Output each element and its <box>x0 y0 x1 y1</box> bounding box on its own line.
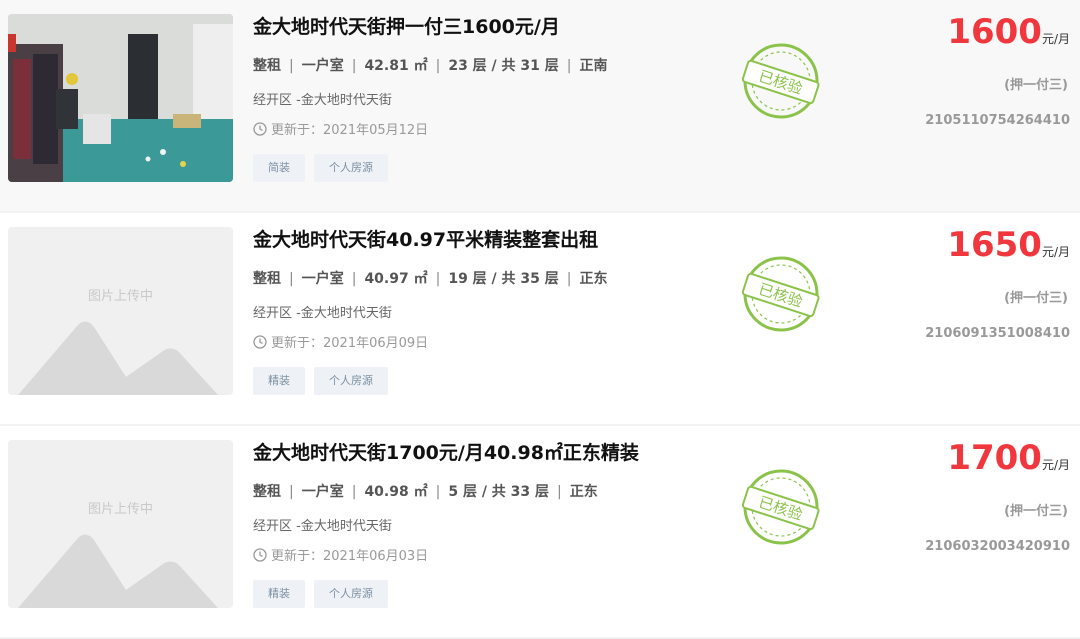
listing-details: 整租 | 一户室 | 40.98 ㎡ | 5 层 / 共 33 层 | 正东 <box>253 481 598 501</box>
clock-icon <box>253 334 267 349</box>
listing-price: 1700元/月 <box>947 438 1070 478</box>
separator: | <box>351 271 357 287</box>
price-value: 1700 <box>947 438 1042 478</box>
orientation: 正南 <box>579 58 608 74</box>
listing-tags: 简装 个人房源 <box>253 154 388 182</box>
listing-card[interactable]: 金大地时代天街押一付三1600元/月 整租 | 一户室 | 42.81 ㎡ | 23 层 /… <box>0 0 1080 213</box>
verified-stamp-icon: 已核验 <box>740 40 822 126</box>
updated-date: 更新于：2021年06月03日 <box>271 549 429 564</box>
listing-location: 经开区 -金大地时代天街 <box>253 306 392 321</box>
verified-stamp-icon: 已核验 <box>740 466 822 552</box>
listing-details: 整租 | 一户室 | 42.81 ㎡ | 23 层 / 共 31 层 | 正南 <box>253 55 608 75</box>
room-layout: 一户室 <box>301 58 344 74</box>
mountain-placeholder-icon <box>8 440 233 608</box>
rent-type: 整租 <box>253 484 281 500</box>
floor: 19 层 / 共 35 层 <box>448 271 559 287</box>
listing-card[interactable]: 图片上传中 金大地时代天街40.97平米精装整套出租 整租 | 一户室 | 40.97 … <box>0 213 1080 426</box>
separator: | <box>557 484 562 500</box>
listing-location: 经开区 -金大地时代天街 <box>253 93 392 108</box>
updated-date: 更新于：2021年05月12日 <box>271 123 429 138</box>
listing-title[interactable]: 金大地时代天街1700元/月40.98㎡正东精装 <box>253 438 639 465</box>
photo-placeholder-text: 图片上传中 <box>87 502 153 517</box>
deposit-terms: (押一付三) <box>1004 291 1068 306</box>
listing-price: 1600元/月 <box>947 12 1070 52</box>
separator: | <box>435 484 441 500</box>
separator: | <box>289 58 294 74</box>
orientation: 正东 <box>579 271 608 287</box>
price-unit: 元/月 <box>1041 32 1070 46</box>
listing-tags: 精装 个人房源 <box>253 367 388 395</box>
photo-placeholder-text: 图片上传中 <box>87 289 153 304</box>
area: 40.98 ㎡ <box>364 484 428 500</box>
separator: | <box>351 58 357 74</box>
deposit-terms: (押一付三) <box>1004 504 1068 519</box>
listing-photo[interactable] <box>8 14 233 182</box>
listing-details: 整租 | 一户室 | 40.97 ㎡ | 19 层 / 共 35 层 | 正东 <box>253 268 608 288</box>
room-layout: 一户室 <box>301 484 344 500</box>
room-photo-illustration <box>8 14 233 182</box>
rent-type: 整租 <box>253 271 281 287</box>
separator: | <box>566 271 572 287</box>
tag: 个人房源 <box>314 154 388 182</box>
listing-tags: 精装 个人房源 <box>253 580 388 608</box>
price-unit: 元/月 <box>1041 458 1070 472</box>
tag: 精装 <box>253 367 305 395</box>
listing-title[interactable]: 金大地时代天街押一付三1600元/月 <box>253 12 560 39</box>
separator: | <box>435 58 441 74</box>
listing-code: 2105110754264410 <box>925 113 1070 128</box>
price-unit: 元/月 <box>1041 245 1070 259</box>
orientation: 正东 <box>569 484 598 500</box>
listing-photo[interactable]: 图片上传中 <box>8 227 233 395</box>
listing-title[interactable]: 金大地时代天街40.97平米精装整套出租 <box>253 225 598 252</box>
separator: | <box>289 271 294 287</box>
separator: | <box>289 484 294 500</box>
listing-photo[interactable]: 图片上传中 <box>8 440 233 608</box>
price-value: 1600 <box>947 12 1042 52</box>
listing-code: 2106091351008410 <box>925 326 1070 341</box>
tag: 简装 <box>253 154 305 182</box>
mountain-placeholder-icon <box>8 227 233 395</box>
clock-icon <box>253 121 267 136</box>
tag: 个人房源 <box>314 580 388 608</box>
separator: | <box>566 58 572 74</box>
separator: | <box>351 484 357 500</box>
listing-code: 2106032003420910 <box>925 539 1070 554</box>
deposit-terms: (押一付三) <box>1004 78 1068 93</box>
listing-updated: 更新于：2021年06月03日 <box>253 545 428 564</box>
tag: 个人房源 <box>314 367 388 395</box>
tag: 精装 <box>253 580 305 608</box>
listing-price: 1650元/月 <box>947 225 1070 265</box>
verified-stamp-icon: 已核验 <box>740 253 822 339</box>
listing-location: 经开区 -金大地时代天街 <box>253 519 392 534</box>
rent-type: 整租 <box>253 58 281 74</box>
separator: | <box>435 271 441 287</box>
floor: 5 层 / 共 33 层 <box>448 484 550 500</box>
area: 40.97 ㎡ <box>364 271 428 287</box>
listing-updated: 更新于：2021年06月09日 <box>253 332 428 351</box>
room-layout: 一户室 <box>301 271 344 287</box>
floor: 23 层 / 共 31 层 <box>448 58 559 74</box>
price-value: 1650 <box>947 225 1042 265</box>
updated-date: 更新于：2021年06月09日 <box>271 336 429 351</box>
clock-icon <box>253 547 267 562</box>
listing-updated: 更新于：2021年05月12日 <box>253 119 428 138</box>
listing-card[interactable]: 图片上传中 金大地时代天街1700元/月40.98㎡正东精装 整租 | 一户室 | 40… <box>0 426 1080 639</box>
area: 42.81 ㎡ <box>364 58 428 74</box>
